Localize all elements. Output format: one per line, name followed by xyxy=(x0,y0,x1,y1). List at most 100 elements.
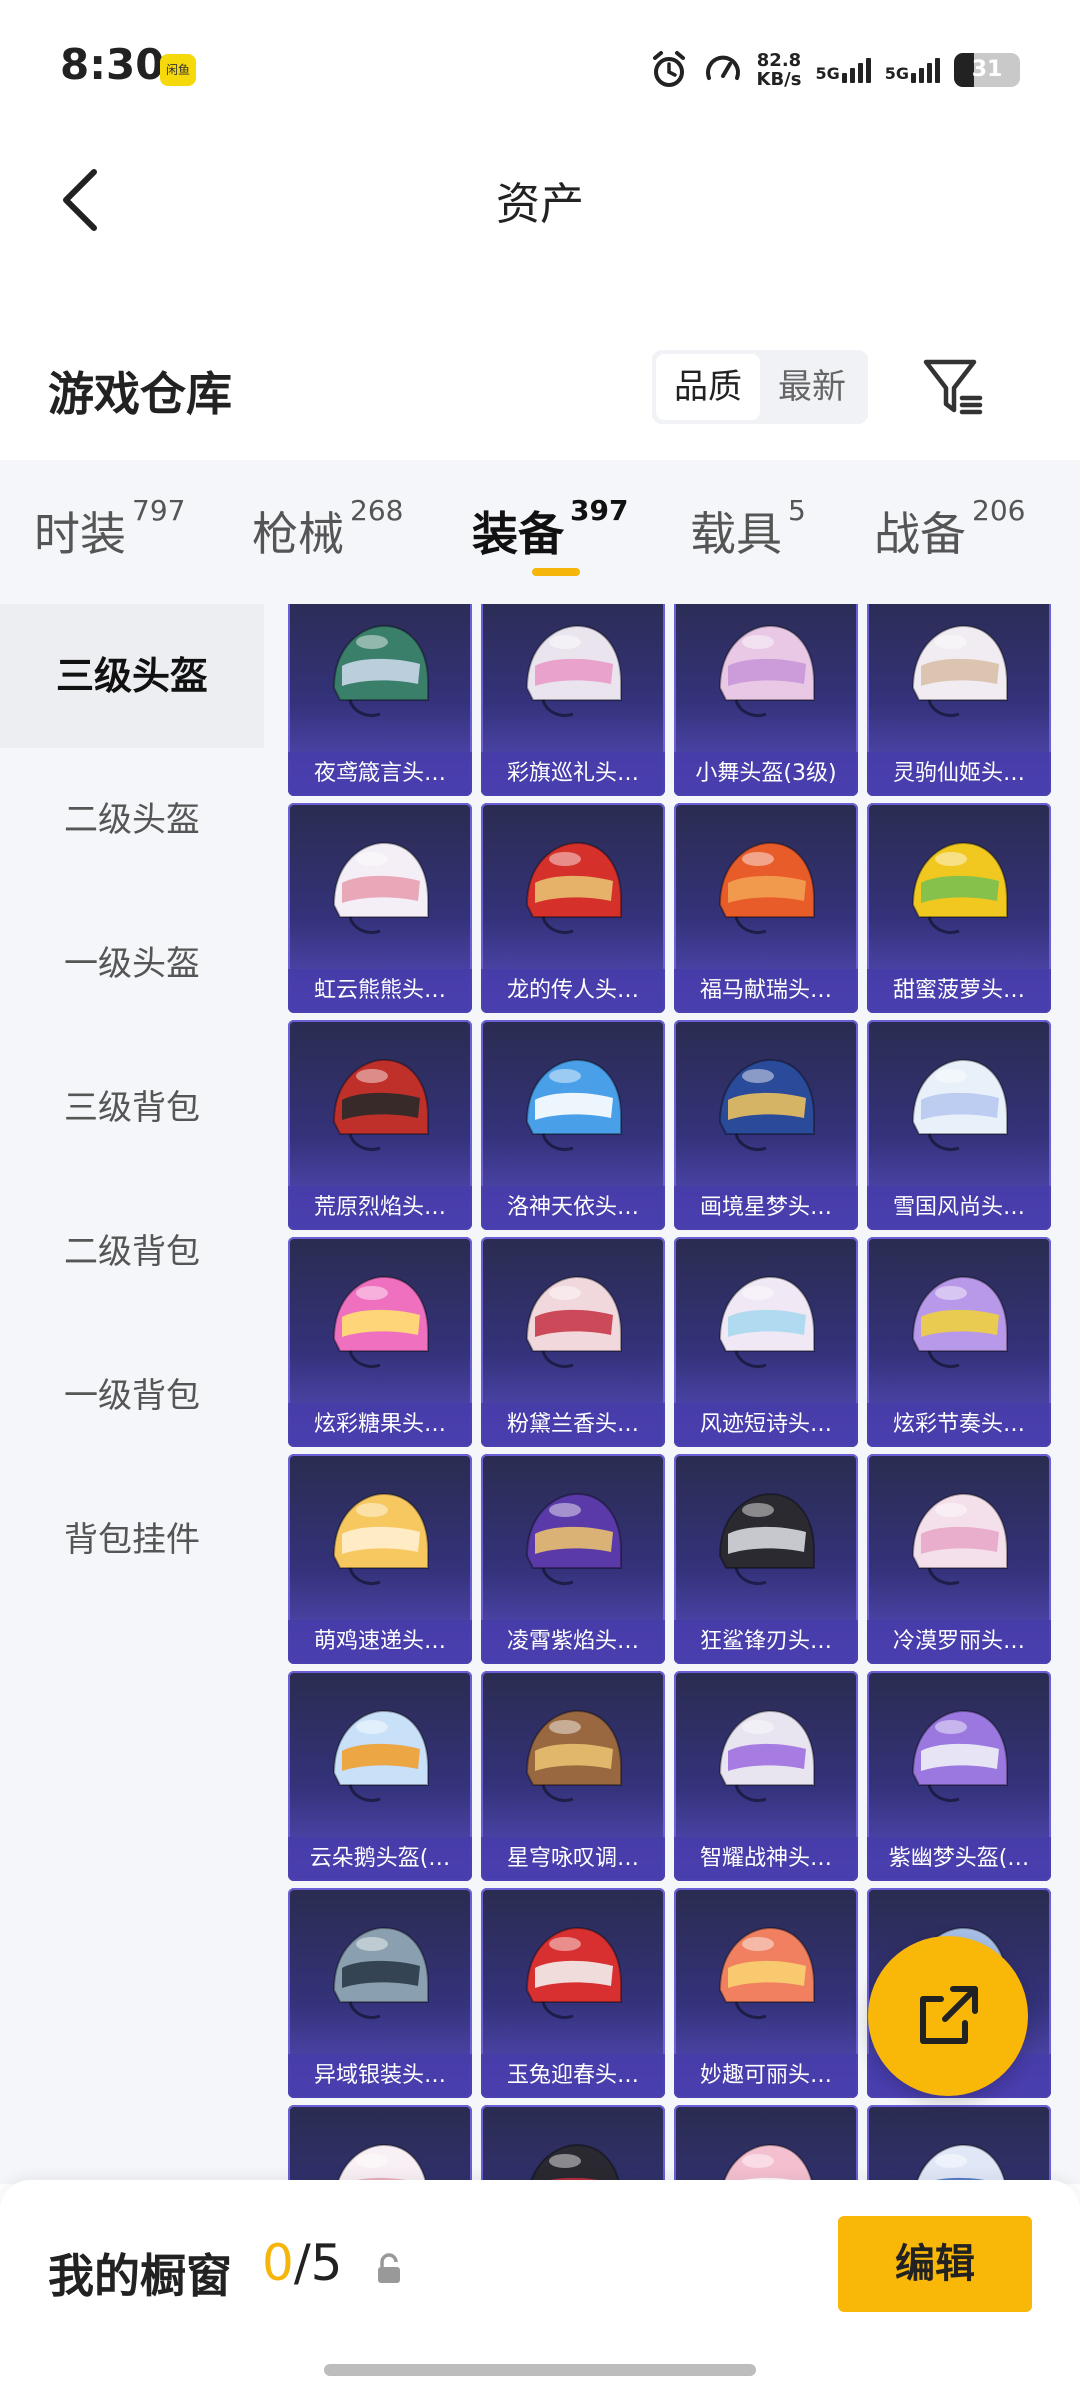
item-card[interactable]: 雪国风尚头… xyxy=(867,1020,1051,1230)
item-label: 洛神天依头… xyxy=(481,1186,665,1230)
item-label: 荒原烈焰头… xyxy=(288,1186,472,1230)
tab-label: 枪械 xyxy=(252,507,344,561)
item-card[interactable]: 洛神天依头… xyxy=(481,1020,665,1230)
item-card[interactable]: 炫彩节奏头… xyxy=(867,1237,1051,1447)
item-card[interactable] xyxy=(674,2105,858,2184)
tab-vehicles[interactable]: 载具 5 xyxy=(690,494,806,564)
item-card[interactable]: 虹云熊熊头… xyxy=(288,803,472,1013)
item-label: 灵驹仙姬头… xyxy=(867,752,1051,796)
item-card[interactable]: 荒原烈焰头… xyxy=(288,1020,472,1230)
item-label: 异域银装头… xyxy=(288,2054,472,2098)
tab-supplies[interactable]: 战备 206 xyxy=(874,494,1025,564)
sidebar: 三级头盔 二级头盔 一级头盔 三级背包 二级背包 一级背包 背包挂件 xyxy=(0,604,264,2184)
item-label: 风迹短诗头… xyxy=(674,1403,858,1447)
helmet-icon xyxy=(525,624,622,717)
sort-newest[interactable]: 最新 xyxy=(760,354,864,420)
item-card[interactable]: 甜蜜菠萝头… xyxy=(867,803,1051,1013)
item-card[interactable]: 紫幽梦头盔(… xyxy=(867,1671,1051,1881)
share-button[interactable] xyxy=(868,1936,1028,2096)
status-indicators: 82.8 KB/s 5G 5G 31 xyxy=(649,44,1020,96)
helmet-icon xyxy=(718,1709,815,1802)
tab-label: 载具 xyxy=(690,507,782,561)
item-card[interactable]: 画境星梦头… xyxy=(674,1020,858,1230)
item-card[interactable]: 夜鸢箴言头… xyxy=(288,604,472,796)
item-card[interactable]: 星穹咏叹调… xyxy=(481,1671,665,1881)
helmet-icon xyxy=(718,1275,815,1368)
helmet-icon xyxy=(718,1492,815,1585)
helmet-icon xyxy=(722,2143,814,2184)
item-card[interactable]: 云朵鹅头盔(… xyxy=(288,1671,472,1881)
helmet-icon xyxy=(915,2143,1007,2184)
sidebar-item-level3-backpack[interactable]: 三级背包 xyxy=(0,1036,264,1180)
helmet-icon xyxy=(529,2143,621,2184)
tab-firearms[interactable]: 枪械 268 xyxy=(252,494,403,564)
item-label: 小舞头盔(3级) xyxy=(674,752,858,796)
tab-count: 797 xyxy=(132,494,186,527)
item-label: 冷漠罗丽头… xyxy=(867,1620,1051,1664)
item-card[interactable] xyxy=(867,2105,1051,2184)
tab-count: 397 xyxy=(570,494,629,527)
item-card[interactable] xyxy=(481,2105,665,2184)
item-card[interactable]: 灵驹仙姬头… xyxy=(867,604,1051,796)
item-card[interactable]: 冷漠罗丽头… xyxy=(867,1454,1051,1664)
sidebar-item-backpack-charm[interactable]: 背包挂件 xyxy=(0,1468,264,1612)
filter-button[interactable] xyxy=(918,352,988,422)
network-speed-unit: KB/s xyxy=(756,69,802,90)
helmet-icon xyxy=(911,1058,1008,1151)
showcase-label: 我的橱窗 xyxy=(48,2249,232,2303)
warehouse-title: 游戏仓库 xyxy=(48,367,232,421)
signal-2: 5G xyxy=(885,57,940,83)
item-card[interactable]: 凌霄紫焰头… xyxy=(481,1454,665,1664)
network-type-1: 5G xyxy=(815,63,840,83)
battery-level: 31 xyxy=(971,57,1003,82)
item-card[interactable]: 福马献瑞头… xyxy=(674,803,858,1013)
tab-fashion[interactable]: 时装 797 xyxy=(34,494,185,564)
edit-button[interactable]: 编辑 xyxy=(838,2216,1032,2312)
home-indicator[interactable] xyxy=(324,2364,756,2376)
tab-label: 战备 xyxy=(874,507,966,561)
helmet-icon xyxy=(525,841,622,934)
sort-toggle: 品质 最新 xyxy=(652,350,868,424)
helmet-icon xyxy=(911,1275,1008,1368)
item-card[interactable] xyxy=(288,2105,472,2184)
item-card[interactable]: 异域银装头… xyxy=(288,1888,472,2098)
helmet-icon xyxy=(332,1058,429,1151)
sidebar-item-level1-helmet[interactable]: 一级头盔 xyxy=(0,892,264,1036)
item-card[interactable]: 妙趣可丽头… xyxy=(674,1888,858,2098)
lock-icon xyxy=(378,2253,400,2283)
sidebar-item-level1-backpack[interactable]: 一级背包 xyxy=(0,1324,264,1468)
active-tab-indicator xyxy=(532,568,580,576)
item-label: 炫彩节奏头… xyxy=(867,1403,1051,1447)
helmet-icon xyxy=(911,1492,1008,1585)
helmet-icon xyxy=(332,841,429,934)
item-card[interactable]: 炫彩糖果头… xyxy=(288,1237,472,1447)
sidebar-item-level2-backpack[interactable]: 二级背包 xyxy=(0,1180,264,1324)
signal-bars-icon xyxy=(841,57,871,83)
item-label: 雪国风尚头… xyxy=(867,1186,1051,1230)
item-label: 紫幽梦头盔(… xyxy=(867,1837,1051,1881)
signal-bars-icon xyxy=(911,57,940,83)
helmet-icon xyxy=(718,624,815,717)
item-card[interactable]: 龙的传人头… xyxy=(481,803,665,1013)
helmet-icon xyxy=(332,1275,429,1368)
network-speed-value: 82.8 xyxy=(756,50,802,71)
helmet-icon xyxy=(525,1709,622,1802)
item-card[interactable]: 风迹短诗头… xyxy=(674,1237,858,1447)
item-card[interactable]: 玉兔迎春头… xyxy=(481,1888,665,2098)
item-card[interactable]: 智耀战神头… xyxy=(674,1671,858,1881)
tab-count: 268 xyxy=(350,494,404,527)
item-card[interactable]: 小舞头盔(3级) xyxy=(674,604,858,796)
item-label: 甜蜜菠萝头… xyxy=(867,969,1051,1013)
showcase-count: 0/5 xyxy=(262,2234,342,2292)
filter-icon xyxy=(923,359,983,415)
item-card[interactable]: 萌鸡速递头… xyxy=(288,1454,472,1664)
helmet-icon xyxy=(525,1492,622,1585)
item-card[interactable]: 粉黛兰香头… xyxy=(481,1237,665,1447)
sort-quality[interactable]: 品质 xyxy=(656,354,760,420)
tab-equipment[interactable]: 装备 397 xyxy=(472,494,628,564)
helmet-icon xyxy=(911,841,1008,934)
item-card[interactable]: 彩旗巡礼头… xyxy=(481,604,665,796)
item-card[interactable]: 狂鲨锋刃头… xyxy=(674,1454,858,1664)
sidebar-item-level3-helmet[interactable]: 三级头盔 xyxy=(0,604,264,748)
sidebar-item-level2-helmet[interactable]: 二级头盔 xyxy=(0,748,264,892)
